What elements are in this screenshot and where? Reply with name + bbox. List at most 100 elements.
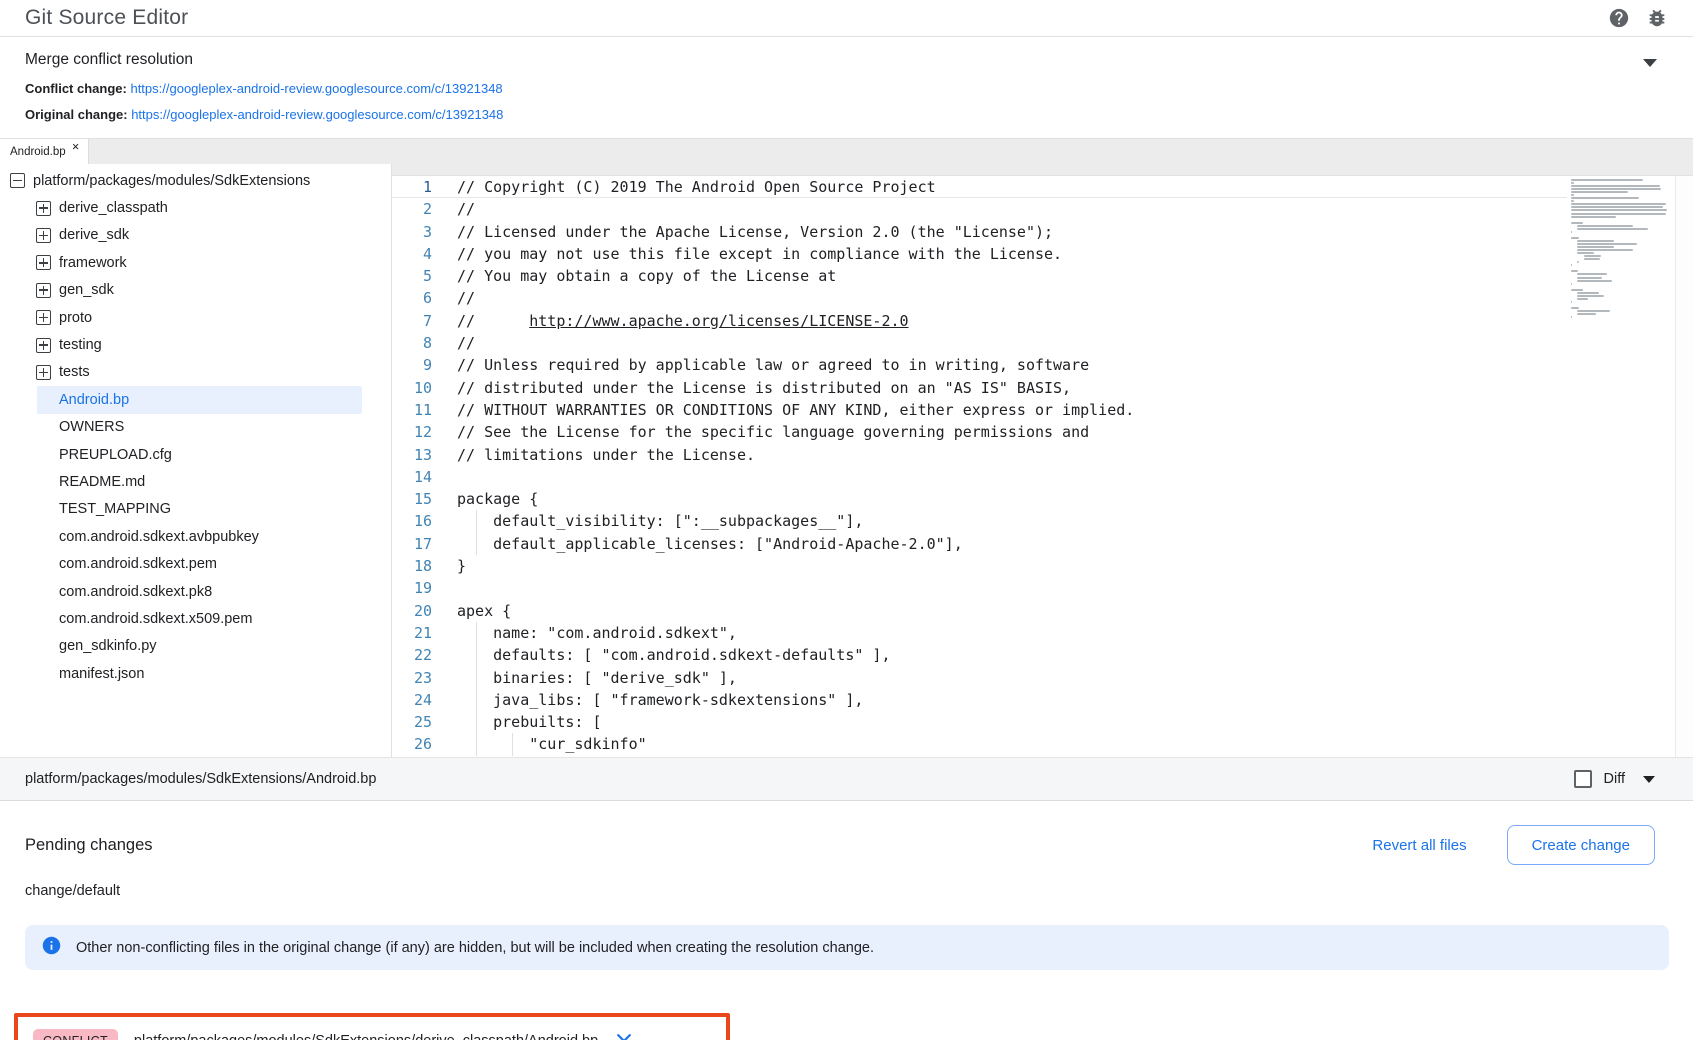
code-line[interactable]: 11// WITHOUT WARRANTIES OR CONDITIONS OF… bbox=[392, 399, 1693, 421]
code-text bbox=[432, 577, 457, 599]
collapse-panel-caret-icon[interactable] bbox=[1643, 59, 1657, 67]
code-line[interactable]: 25 prebuilts: [ bbox=[392, 711, 1693, 733]
conflict-status-badge: CONFLICT bbox=[33, 1029, 118, 1040]
tab-android-bp[interactable]: Android.bp ✕ bbox=[0, 139, 89, 164]
code-text: name: "com.android.sdkext", bbox=[432, 622, 737, 644]
original-change-link[interactable]: https://googleplex-android-review.google… bbox=[131, 107, 503, 122]
tree-item-testing[interactable]: testing bbox=[0, 331, 391, 358]
tree-item-owners[interactable]: OWNERS bbox=[0, 414, 391, 441]
tree-item-android-bp[interactable]: Android.bp bbox=[37, 386, 362, 413]
tree-item-framework[interactable]: framework bbox=[0, 249, 391, 276]
code-line[interactable]: 16 default_visibility: [":__subpackages_… bbox=[392, 510, 1693, 532]
minimap-line bbox=[1571, 231, 1572, 233]
tree-item-com-android-sdkext-pk8[interactable]: com.android.sdkext.pk8 bbox=[0, 578, 391, 605]
code-text: // Licensed under the Apache License, Ve… bbox=[432, 221, 1053, 243]
branch-name: change/default bbox=[25, 883, 1669, 899]
help-icon[interactable] bbox=[1608, 7, 1630, 29]
code-line[interactable]: 14 bbox=[392, 466, 1693, 488]
expand-icon[interactable] bbox=[36, 201, 51, 216]
tree-item-label: gen_sdkinfo.py bbox=[59, 638, 157, 654]
editor-scrollbar[interactable] bbox=[1675, 176, 1693, 757]
diff-checkbox[interactable] bbox=[1574, 770, 1592, 788]
collapse-icon[interactable] bbox=[10, 173, 25, 188]
tree-item-test-mapping[interactable]: TEST_MAPPING bbox=[0, 496, 391, 523]
tree-item-label: com.android.sdkext.avbpubkey bbox=[59, 529, 259, 545]
code-line[interactable]: 12// See the License for the specific la… bbox=[392, 421, 1693, 443]
expand-icon[interactable] bbox=[36, 283, 51, 298]
code-line[interactable]: 23 binaries: [ "derive_sdk" ], bbox=[392, 667, 1693, 689]
conflict-change-link[interactable]: https://googleplex-android-review.google… bbox=[130, 81, 502, 96]
minimap-line bbox=[1571, 222, 1583, 224]
code-line[interactable]: 26 "cur_sdkinfo" bbox=[392, 733, 1693, 755]
tree-item-com-android-sdkext-avbpubkey[interactable]: com.android.sdkext.avbpubkey bbox=[0, 523, 391, 550]
tree-item-gen-sdk[interactable]: gen_sdk bbox=[0, 277, 391, 304]
conflict-change-label: Conflict change: bbox=[25, 81, 127, 96]
expand-icon[interactable] bbox=[36, 338, 51, 353]
code-line[interactable]: 7// http://www.apache.org/licenses/LICEN… bbox=[392, 310, 1693, 332]
minimap-line bbox=[1571, 264, 1572, 266]
tree-item-preupload-cfg[interactable]: PREUPLOAD.cfg bbox=[0, 441, 391, 468]
code-line[interactable]: 22 defaults: [ "com.android.sdkext-defau… bbox=[392, 644, 1693, 666]
minimap[interactable] bbox=[1567, 176, 1675, 757]
code-line[interactable]: 19 bbox=[392, 577, 1693, 599]
code-text: // Unless required by applicable law or … bbox=[432, 354, 1089, 376]
tree-item-gen-sdkinfo-py[interactable]: gen_sdkinfo.py bbox=[0, 633, 391, 660]
expand-icon[interactable] bbox=[36, 228, 51, 243]
tree-item-platform-packages-modules-sdkextensions[interactable]: platform/packages/modules/SdkExtensions bbox=[0, 167, 391, 194]
line-number: 6 bbox=[392, 287, 432, 309]
minimap-line bbox=[1577, 298, 1588, 300]
tree-item-derive-classpath[interactable]: derive_classpath bbox=[0, 194, 391, 221]
expand-icon[interactable] bbox=[36, 310, 51, 325]
code-line[interactable]: 21 name: "com.android.sdkext", bbox=[392, 622, 1693, 644]
bug-report-icon[interactable] bbox=[1646, 7, 1668, 29]
code-line[interactable]: 9// Unless required by applicable law or… bbox=[392, 354, 1693, 376]
conflict-annotation-box: CONFLICT platform/packages/modules/SdkEx… bbox=[14, 1013, 730, 1040]
minimap-line bbox=[1577, 280, 1612, 282]
code-line[interactable]: 13// limitations under the License. bbox=[392, 444, 1693, 466]
tree-item-readme-md[interactable]: README.md bbox=[0, 468, 391, 495]
expand-icon[interactable] bbox=[36, 255, 51, 270]
file-path-bar: platform/packages/modules/SdkExtensions/… bbox=[0, 757, 1693, 801]
code-lines[interactable]: 1// Copyright (C) 2019 The Android Open … bbox=[392, 176, 1693, 756]
code-line[interactable]: 17 default_applicable_licenses: ["Androi… bbox=[392, 533, 1693, 555]
code-line[interactable]: 18} bbox=[392, 555, 1693, 577]
create-change-button[interactable]: Create change bbox=[1507, 825, 1655, 865]
code-line[interactable]: 24 java_libs: [ "framework-sdkextensions… bbox=[392, 689, 1693, 711]
code-line[interactable]: 4// you may not use this file except in … bbox=[392, 243, 1693, 265]
merge-conflict-panel: Merge conflict resolution Conflict chang… bbox=[0, 37, 1693, 138]
file-tree: platform/packages/modules/SdkExtensionsd… bbox=[0, 164, 392, 757]
indent-guide bbox=[476, 667, 477, 689]
code-line[interactable]: 6// bbox=[392, 287, 1693, 309]
minimap-content bbox=[1567, 176, 1675, 318]
tree-item-derive-sdk[interactable]: derive_sdk bbox=[0, 222, 391, 249]
code-text: binaries: [ "derive_sdk" ], bbox=[432, 667, 737, 689]
line-number: 15 bbox=[392, 488, 432, 510]
code-line[interactable]: 5// You may obtain a copy of the License… bbox=[392, 265, 1693, 287]
code-line[interactable]: 2// bbox=[392, 198, 1693, 220]
minimap-line bbox=[1577, 243, 1636, 245]
tree-item-manifest-json[interactable]: manifest.json bbox=[0, 660, 391, 687]
code-text: default_applicable_licenses: ["Android-A… bbox=[432, 533, 963, 555]
code-line[interactable]: 1// Copyright (C) 2019 The Android Open … bbox=[392, 176, 1693, 198]
revert-all-files-link[interactable]: Revert all files bbox=[1372, 837, 1466, 854]
tab-close-icon[interactable]: ✕ bbox=[72, 142, 80, 153]
code-line[interactable]: 8// bbox=[392, 332, 1693, 354]
line-number: 16 bbox=[392, 510, 432, 532]
code-editor[interactable]: 1// Copyright (C) 2019 The Android Open … bbox=[392, 164, 1693, 757]
code-line[interactable]: 10// distributed under the License is di… bbox=[392, 377, 1693, 399]
tree-item-label: proto bbox=[59, 310, 92, 326]
tree-item-label: com.android.sdkext.x509.pem bbox=[59, 611, 252, 627]
code-line[interactable]: 15package { bbox=[392, 488, 1693, 510]
diff-dropdown-caret-icon[interactable] bbox=[1643, 776, 1655, 783]
code-text: defaults: [ "com.android.sdkext-defaults… bbox=[432, 644, 890, 666]
remove-conflict-file-icon[interactable] bbox=[614, 1031, 634, 1040]
code-text: // you may not use this file except in c… bbox=[432, 243, 1062, 265]
minimap-line bbox=[1571, 188, 1661, 190]
tree-item-com-android-sdkext-pem[interactable]: com.android.sdkext.pem bbox=[0, 550, 391, 577]
tree-item-com-android-sdkext-x509-pem[interactable]: com.android.sdkext.x509.pem bbox=[0, 605, 391, 632]
tree-item-proto[interactable]: proto bbox=[0, 304, 391, 331]
expand-icon[interactable] bbox=[36, 365, 51, 380]
code-line[interactable]: 3// Licensed under the Apache License, V… bbox=[392, 221, 1693, 243]
code-line[interactable]: 20apex { bbox=[392, 600, 1693, 622]
tree-item-tests[interactable]: tests bbox=[0, 359, 391, 386]
